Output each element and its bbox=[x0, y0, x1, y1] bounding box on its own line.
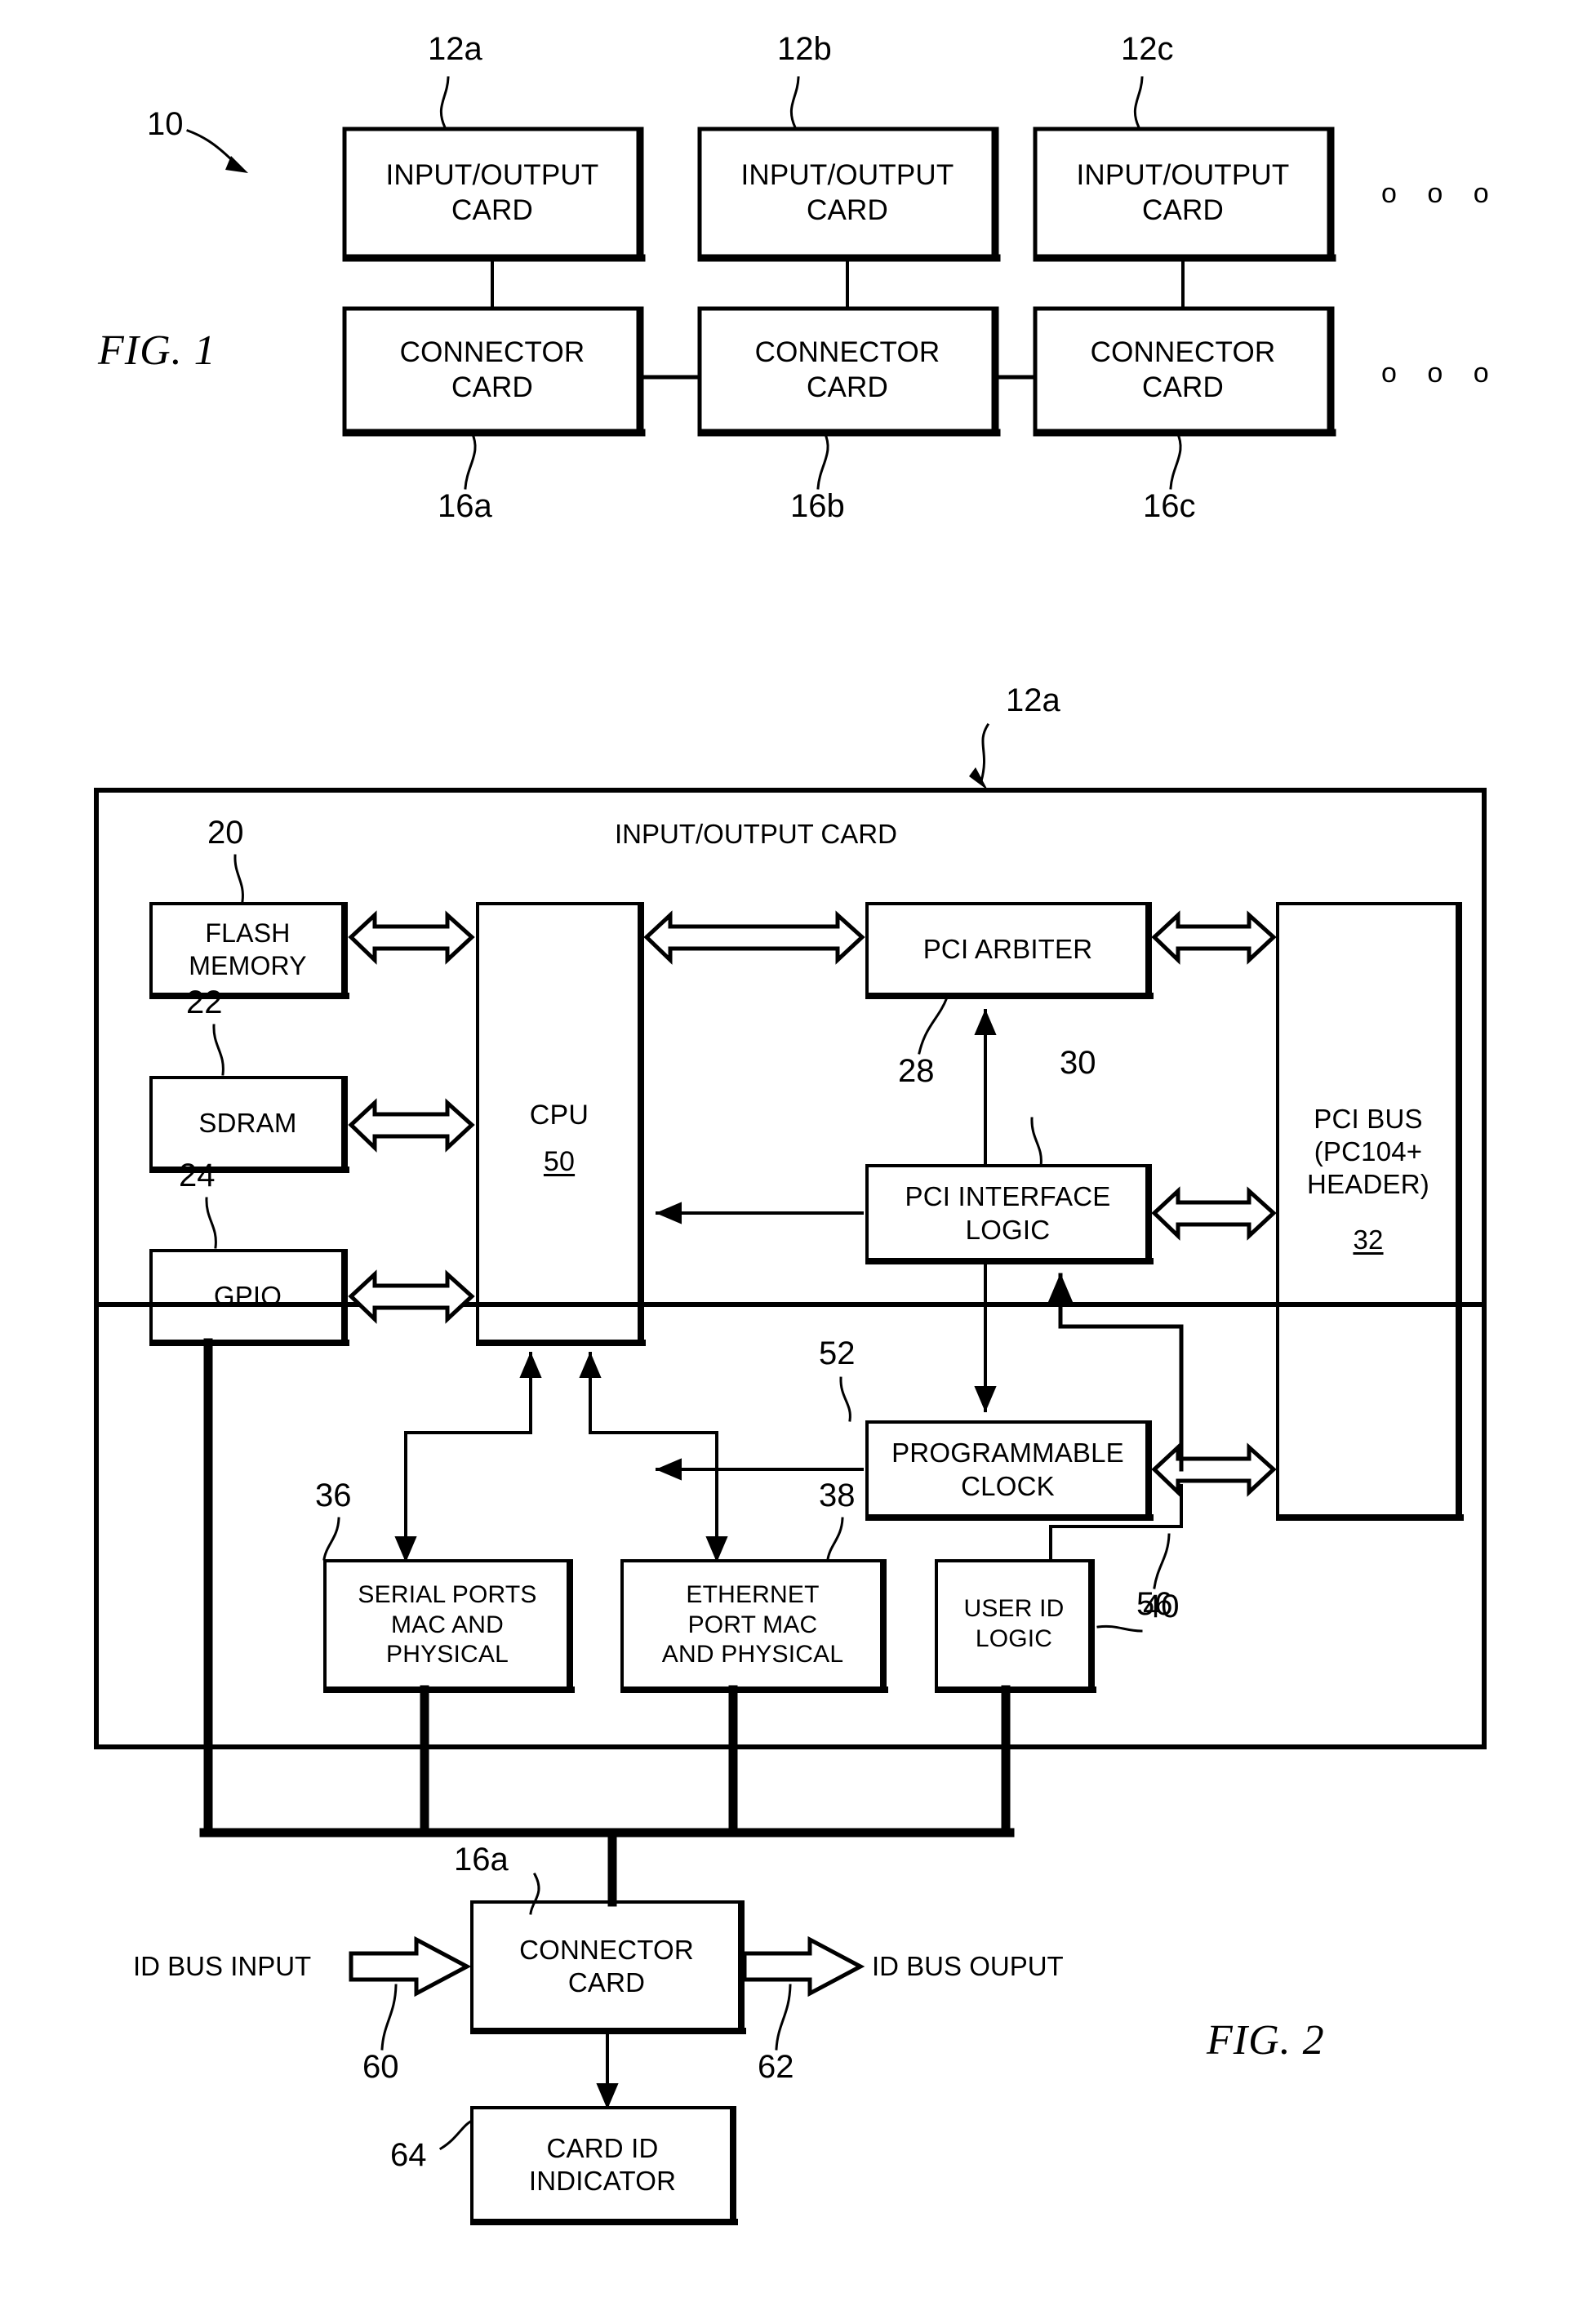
arrow-id-bus-output bbox=[742, 1935, 865, 1998]
ref-12b: 12b bbox=[777, 31, 832, 67]
id-bus-input-label: ID BUS INPUT bbox=[133, 1951, 312, 1981]
fig2-ref-12a: 12a bbox=[1006, 682, 1060, 718]
fig2-ref-24: 24 bbox=[179, 1158, 216, 1193]
figure-2-label: FIG. 2 bbox=[1207, 2017, 1325, 2064]
fig2-card-title: INPUT/OUTPUT CARD bbox=[615, 819, 897, 849]
arrow-id-bus-input bbox=[349, 1935, 472, 1998]
patent-drawing-sheet: FIG. 1 10 12a 12b 12c INPUT/OUTPUT CARD … bbox=[0, 0, 1596, 2302]
id-bus-output-label: ID BUS OUPUT bbox=[872, 1951, 1064, 1981]
ref-16b: 16b bbox=[790, 488, 845, 524]
arrow-sdram-cpu bbox=[348, 1098, 475, 1153]
ref-10: 10 bbox=[147, 106, 184, 142]
fig2-ref-22: 22 bbox=[186, 984, 223, 1020]
fig1-ellipsis-top: o o o bbox=[1381, 178, 1500, 209]
arrow-gpio-cpu bbox=[348, 1269, 475, 1324]
fig2-ref-64: 64 bbox=[390, 2137, 427, 2173]
fig2-ref-16a: 16a bbox=[454, 1842, 509, 1878]
fig2-ref-56: 56 bbox=[1136, 1586, 1173, 1622]
fig2-ref-52: 52 bbox=[819, 1335, 856, 1371]
fig2-ref-30: 30 bbox=[1060, 1045, 1096, 1081]
fig2-ref-36: 36 bbox=[315, 1478, 352, 1513]
arrow-cpu-arbiter bbox=[643, 910, 865, 965]
fig2-ref-38: 38 bbox=[819, 1478, 856, 1513]
fig2-ref-20: 20 bbox=[207, 815, 244, 851]
ref-16c: 16c bbox=[1143, 488, 1196, 524]
ref-12c: 12c bbox=[1121, 31, 1174, 67]
fig2-ref-28: 28 bbox=[898, 1053, 935, 1089]
fig2-ref-60: 60 bbox=[362, 2049, 399, 2085]
fig2-ref-62: 62 bbox=[758, 2049, 794, 2085]
fig2-ref12a-leader bbox=[969, 722, 990, 790]
arrow-arbiter-pcibus bbox=[1151, 910, 1277, 965]
arrow-flash-cpu bbox=[348, 910, 475, 965]
arrow-clock-pcibus bbox=[1151, 1442, 1277, 1497]
fig1-ellipsis-bottom: o o o bbox=[1381, 358, 1500, 389]
ref-16a: 16a bbox=[438, 488, 492, 524]
ref-12a: 12a bbox=[428, 31, 482, 67]
fig1-ref10-leader bbox=[186, 129, 248, 173]
figure-1-label: FIG. 1 bbox=[98, 327, 216, 374]
arrow-pcilogic-pcibus bbox=[1151, 1186, 1277, 1241]
